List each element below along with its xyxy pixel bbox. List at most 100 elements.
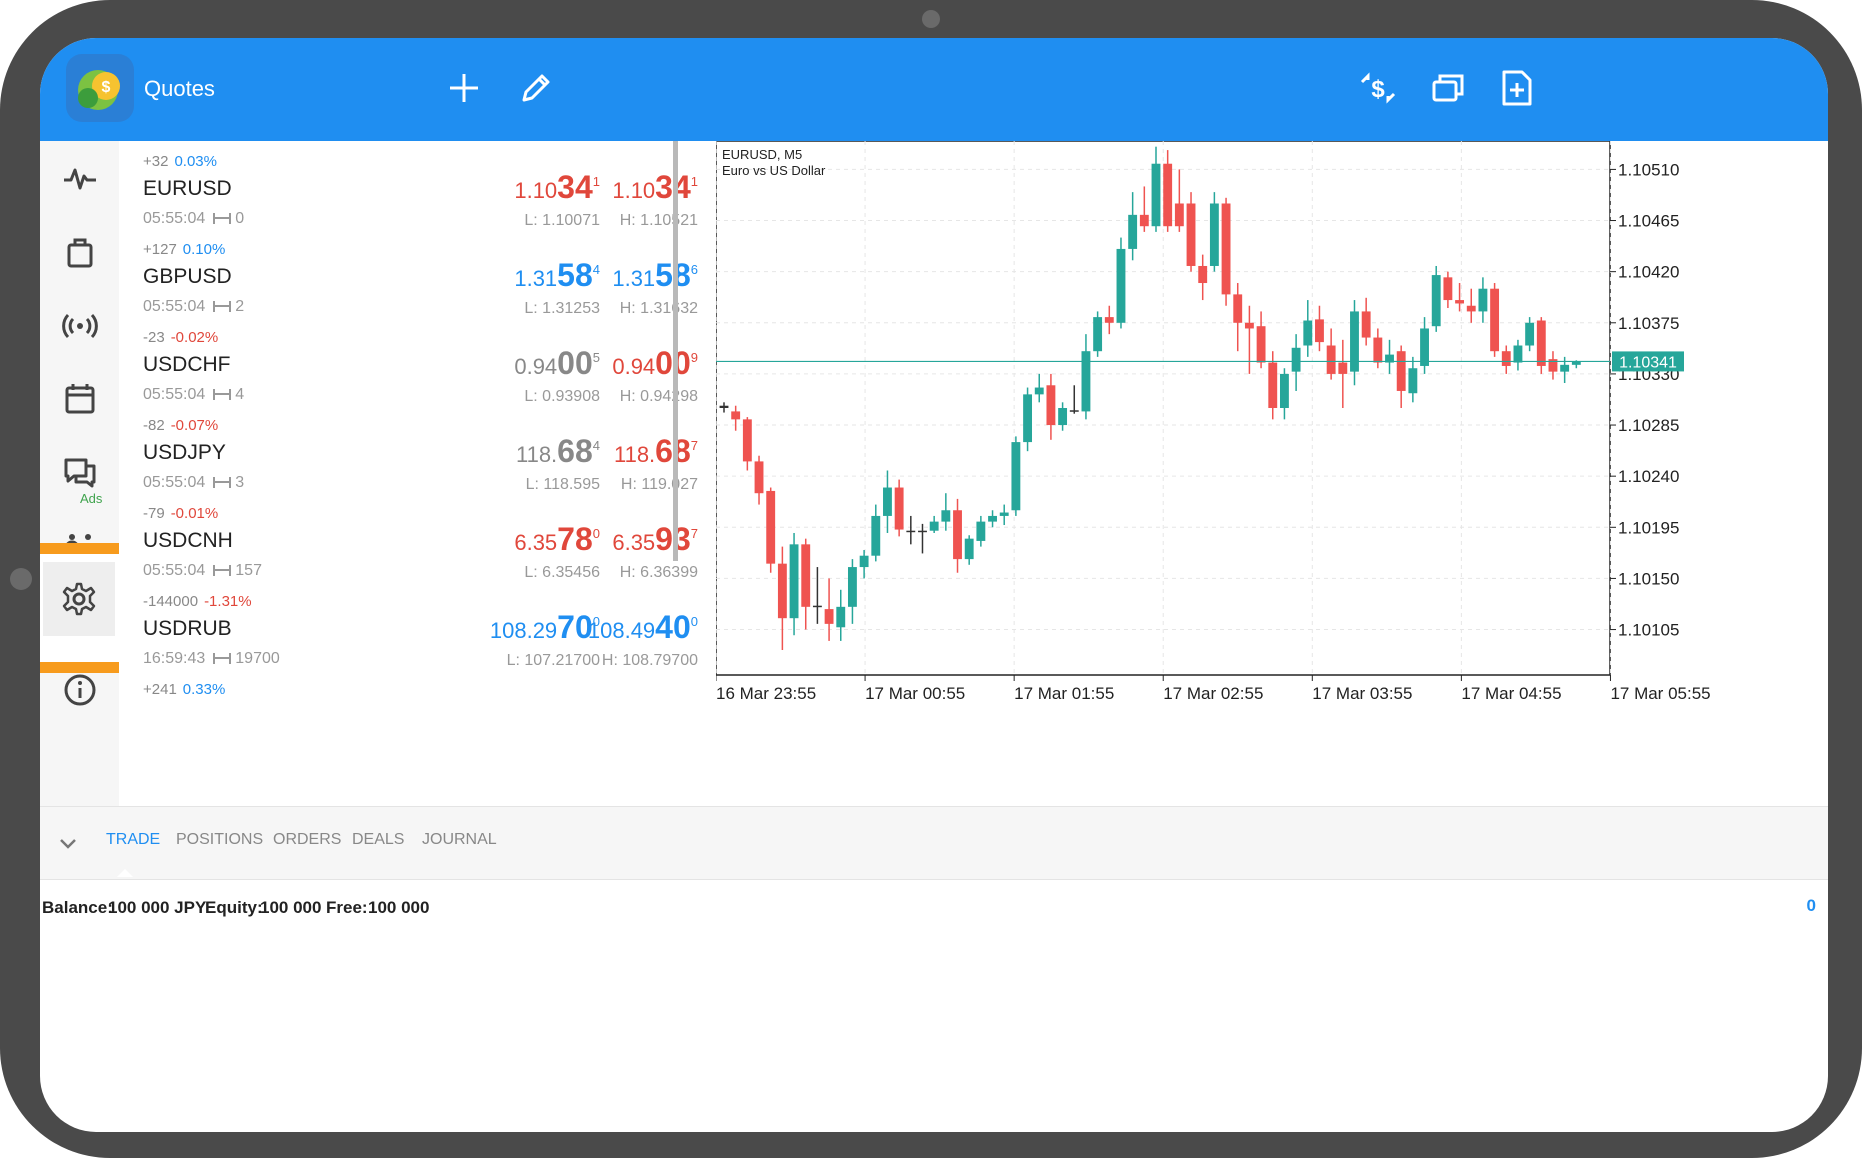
candle-body: [1116, 248, 1126, 323]
candle-body: [789, 544, 799, 619]
candle-body: [1163, 163, 1173, 227]
add-icon[interactable]: [442, 66, 486, 110]
x-tick-label: 17 Mar 04:55: [1461, 684, 1561, 703]
bid-price: 108.29700: [489, 609, 600, 645]
quote-row[interactable]: +241 0.33%: [119, 669, 716, 773]
change-text: -23 -0.02%: [143, 329, 219, 346]
bid-price: 118.684: [515, 433, 600, 469]
symbol-name: USDJPY: [143, 441, 226, 464]
ask-price: 0.94009: [612, 345, 698, 381]
change-text: -144000 -1.31%: [143, 593, 252, 610]
nav-item-quotes[interactable]: [40, 143, 119, 213]
edit-icon[interactable]: [514, 66, 558, 110]
quote-time: 05:55:04 0: [143, 210, 245, 227]
x-tick-label: 16 Mar 23:55: [716, 684, 816, 703]
candle-body: [847, 567, 857, 607]
high-price: H: 0.94298: [619, 388, 698, 405]
candle-body: [1209, 203, 1219, 266]
spread-icon: [213, 389, 232, 400]
candle-body: [1104, 317, 1114, 323]
page-title: Quotes: [144, 76, 215, 101]
candle: [1221, 197, 1231, 306]
chart-symbol-label: EURUSD, M5: [722, 147, 802, 162]
svg-text:$: $: [1371, 76, 1385, 103]
equity-label: Equity:: [205, 898, 263, 917]
tab-deals[interactable]: DEALS: [352, 831, 404, 849]
candle-body: [1501, 351, 1511, 366]
nav-item-calendar[interactable]: [40, 363, 119, 433]
candle-body: [1466, 305, 1476, 312]
candle: [1490, 283, 1500, 357]
bid-price: 6.35780: [514, 521, 600, 557]
x-tick-label: 17 Mar 03:55: [1312, 684, 1412, 703]
candle-body: [1023, 394, 1033, 443]
candle-body: [1174, 203, 1184, 227]
candle-body: [1408, 368, 1418, 394]
y-tick-label: 1.10510: [1618, 160, 1679, 179]
ask-price: 6.35937: [612, 521, 698, 557]
candle: [1011, 436, 1021, 516]
y-tick-label: 1.10105: [1618, 621, 1679, 640]
candle-body: [859, 555, 869, 568]
candle-body: [1058, 408, 1068, 426]
high-price: H: 1.10521: [619, 212, 698, 229]
candle-body: [1034, 387, 1044, 395]
nav-item-chat[interactable]: [40, 437, 119, 507]
candle-body: [1221, 203, 1231, 295]
currency-exchange-icon[interactable]: $: [1356, 66, 1400, 110]
high-price: H: 108.79700: [601, 652, 698, 669]
equity-value: 100 000: [260, 898, 322, 917]
candle-body: [801, 544, 811, 607]
candle-body: [1525, 322, 1535, 346]
candle-body: [1536, 320, 1546, 366]
candle-body: [871, 515, 881, 556]
quote-time: 16:59:43 19700: [143, 650, 280, 667]
tab-journal[interactable]: JOURNAL: [422, 831, 497, 849]
ask-price: 108.49400: [587, 609, 698, 645]
candle: [766, 487, 776, 573]
candle-body: [1198, 265, 1208, 284]
x-tick-label: 17 Mar 05:55: [1610, 684, 1710, 703]
y-tick-label: 1.10150: [1618, 569, 1679, 588]
chart-description: Euro vs US Dollar: [722, 163, 826, 178]
nav-item-signals[interactable]: [40, 291, 119, 361]
active-tab-pointer: [117, 869, 133, 877]
tablet-frame: $ Quotes $ Ads +32 0.03% EURUSD 05:55:04…: [0, 0, 1862, 1158]
candle-body: [988, 515, 997, 522]
candle-body: [1560, 364, 1570, 372]
candle-body: [1373, 337, 1383, 363]
symbol-name: GBPUSD: [143, 265, 232, 288]
candle-body: [1291, 347, 1301, 372]
y-tick-label: 1.10420: [1618, 263, 1679, 282]
x-tick-label: 17 Mar 02:55: [1163, 684, 1263, 703]
symbol-name: EURUSD: [143, 177, 232, 200]
quote-time: 05:55:04 4: [143, 386, 245, 403]
quote-time: 05:55:04 157: [143, 562, 262, 579]
quotes-icon: [63, 168, 96, 190]
tab-orders[interactable]: ORDERS: [273, 831, 341, 849]
y-tick-label: 1.10285: [1618, 416, 1679, 435]
free-label: Free:: [326, 898, 368, 917]
nav-item-info[interactable]: [40, 655, 119, 725]
candle-body: [1396, 351, 1406, 391]
candle-body: [766, 490, 776, 564]
new-document-icon[interactable]: [1494, 66, 1538, 110]
quotes-list[interactable]: +320.03% EURUSD 05:55:040 1.10341 1.1034…: [119, 141, 716, 806]
tab-positions[interactable]: POSITIONS: [176, 831, 263, 849]
tab-trade[interactable]: TRADE: [106, 831, 160, 849]
candle-body: [812, 605, 822, 608]
change-text: -82 -0.07%: [143, 417, 219, 434]
windows-icon[interactable]: [1426, 66, 1470, 110]
quotes-scrollbar[interactable]: [673, 141, 678, 561]
change-text: +32 0.03%: [143, 153, 217, 170]
account-summary: Balance: 100 000 JPY Equity: 100 000 Fre…: [40, 880, 1828, 930]
price-chart[interactable]: 1.105101.104651.104201.103751.103301.102…: [716, 141, 1828, 741]
candle-body: [1151, 163, 1161, 227]
candle-body: [731, 411, 741, 420]
app-header: $ Quotes $: [40, 38, 1828, 141]
candle-body: [1279, 373, 1289, 408]
nav-item-settings[interactable]: [43, 562, 115, 636]
nav-item-trade[interactable]: [40, 217, 119, 287]
chevron-down-icon[interactable]: [58, 833, 78, 853]
side-button: [10, 568, 32, 590]
